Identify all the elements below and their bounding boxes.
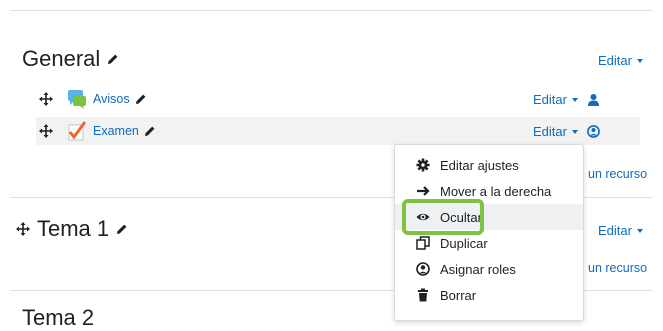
section-tema-2-label: Tema 2: [22, 305, 95, 330]
edit-label: Editar: [598, 223, 632, 238]
menu-item-assign-roles[interactable]: Asignar roles: [395, 256, 583, 282]
section-tema-1-edit-menu[interactable]: Editar: [598, 223, 643, 238]
top-divider: [10, 10, 653, 11]
section-general-label: General: [22, 46, 101, 71]
highlight-box: [402, 199, 484, 235]
move-icon[interactable]: [39, 92, 53, 106]
pencil-icon[interactable]: [144, 125, 156, 137]
copy-icon: [416, 236, 430, 250]
activity-avisos-edit-menu[interactable]: Editar: [533, 92, 599, 107]
gear-icon: [416, 158, 430, 172]
chevron-down-icon: [636, 229, 643, 233]
menu-item-label: Asignar roles: [440, 261, 516, 277]
activity-examen-edit-menu[interactable]: Editar: [533, 124, 600, 139]
edit-label: Editar: [533, 92, 567, 107]
edit-label: Editar: [598, 53, 632, 68]
activity-link-avisos[interactable]: Avisos: [93, 92, 130, 106]
chevron-down-icon: [571, 130, 578, 134]
trash-icon: [416, 288, 430, 302]
pencil-icon[interactable]: [107, 53, 119, 65]
chevron-down-icon: [571, 98, 578, 102]
pencil-icon[interactable]: [116, 223, 128, 235]
section-tema-1-label: Tema 1: [37, 216, 110, 241]
section-title-tema-1: Tema 1: [16, 216, 128, 242]
menu-item-edit-settings[interactable]: Editar ajustes: [395, 152, 583, 178]
menu-item-label: Borrar: [440, 287, 477, 303]
arrow-right-icon: [416, 184, 430, 198]
menu-item-delete[interactable]: Borrar: [395, 282, 583, 308]
user-circle-icon[interactable]: [587, 125, 600, 138]
section-title-general: General: [22, 46, 119, 72]
menu-item-label: Editar ajustes: [440, 157, 519, 173]
user-circle-icon: [416, 262, 430, 276]
add-resource-link[interactable]: un recurso: [588, 167, 647, 181]
menu-item-label: Duplicar: [440, 235, 488, 251]
pencil-icon[interactable]: [135, 93, 147, 105]
add-resource-link[interactable]: un recurso: [588, 261, 647, 275]
section-general-edit-menu[interactable]: Editar: [598, 53, 643, 68]
move-icon[interactable]: [39, 124, 53, 138]
quiz-icon: [66, 120, 88, 142]
activity-link-examen[interactable]: Examen: [93, 124, 139, 138]
edit-label: Editar: [533, 124, 567, 139]
move-icon[interactable]: [16, 222, 30, 236]
forum-icon: [66, 88, 88, 110]
user-icon[interactable]: [587, 93, 599, 106]
section-title-tema-2: Tema 2: [22, 305, 94, 331]
chevron-down-icon: [636, 59, 643, 63]
menu-item-label: Mover a la derecha: [440, 183, 552, 199]
